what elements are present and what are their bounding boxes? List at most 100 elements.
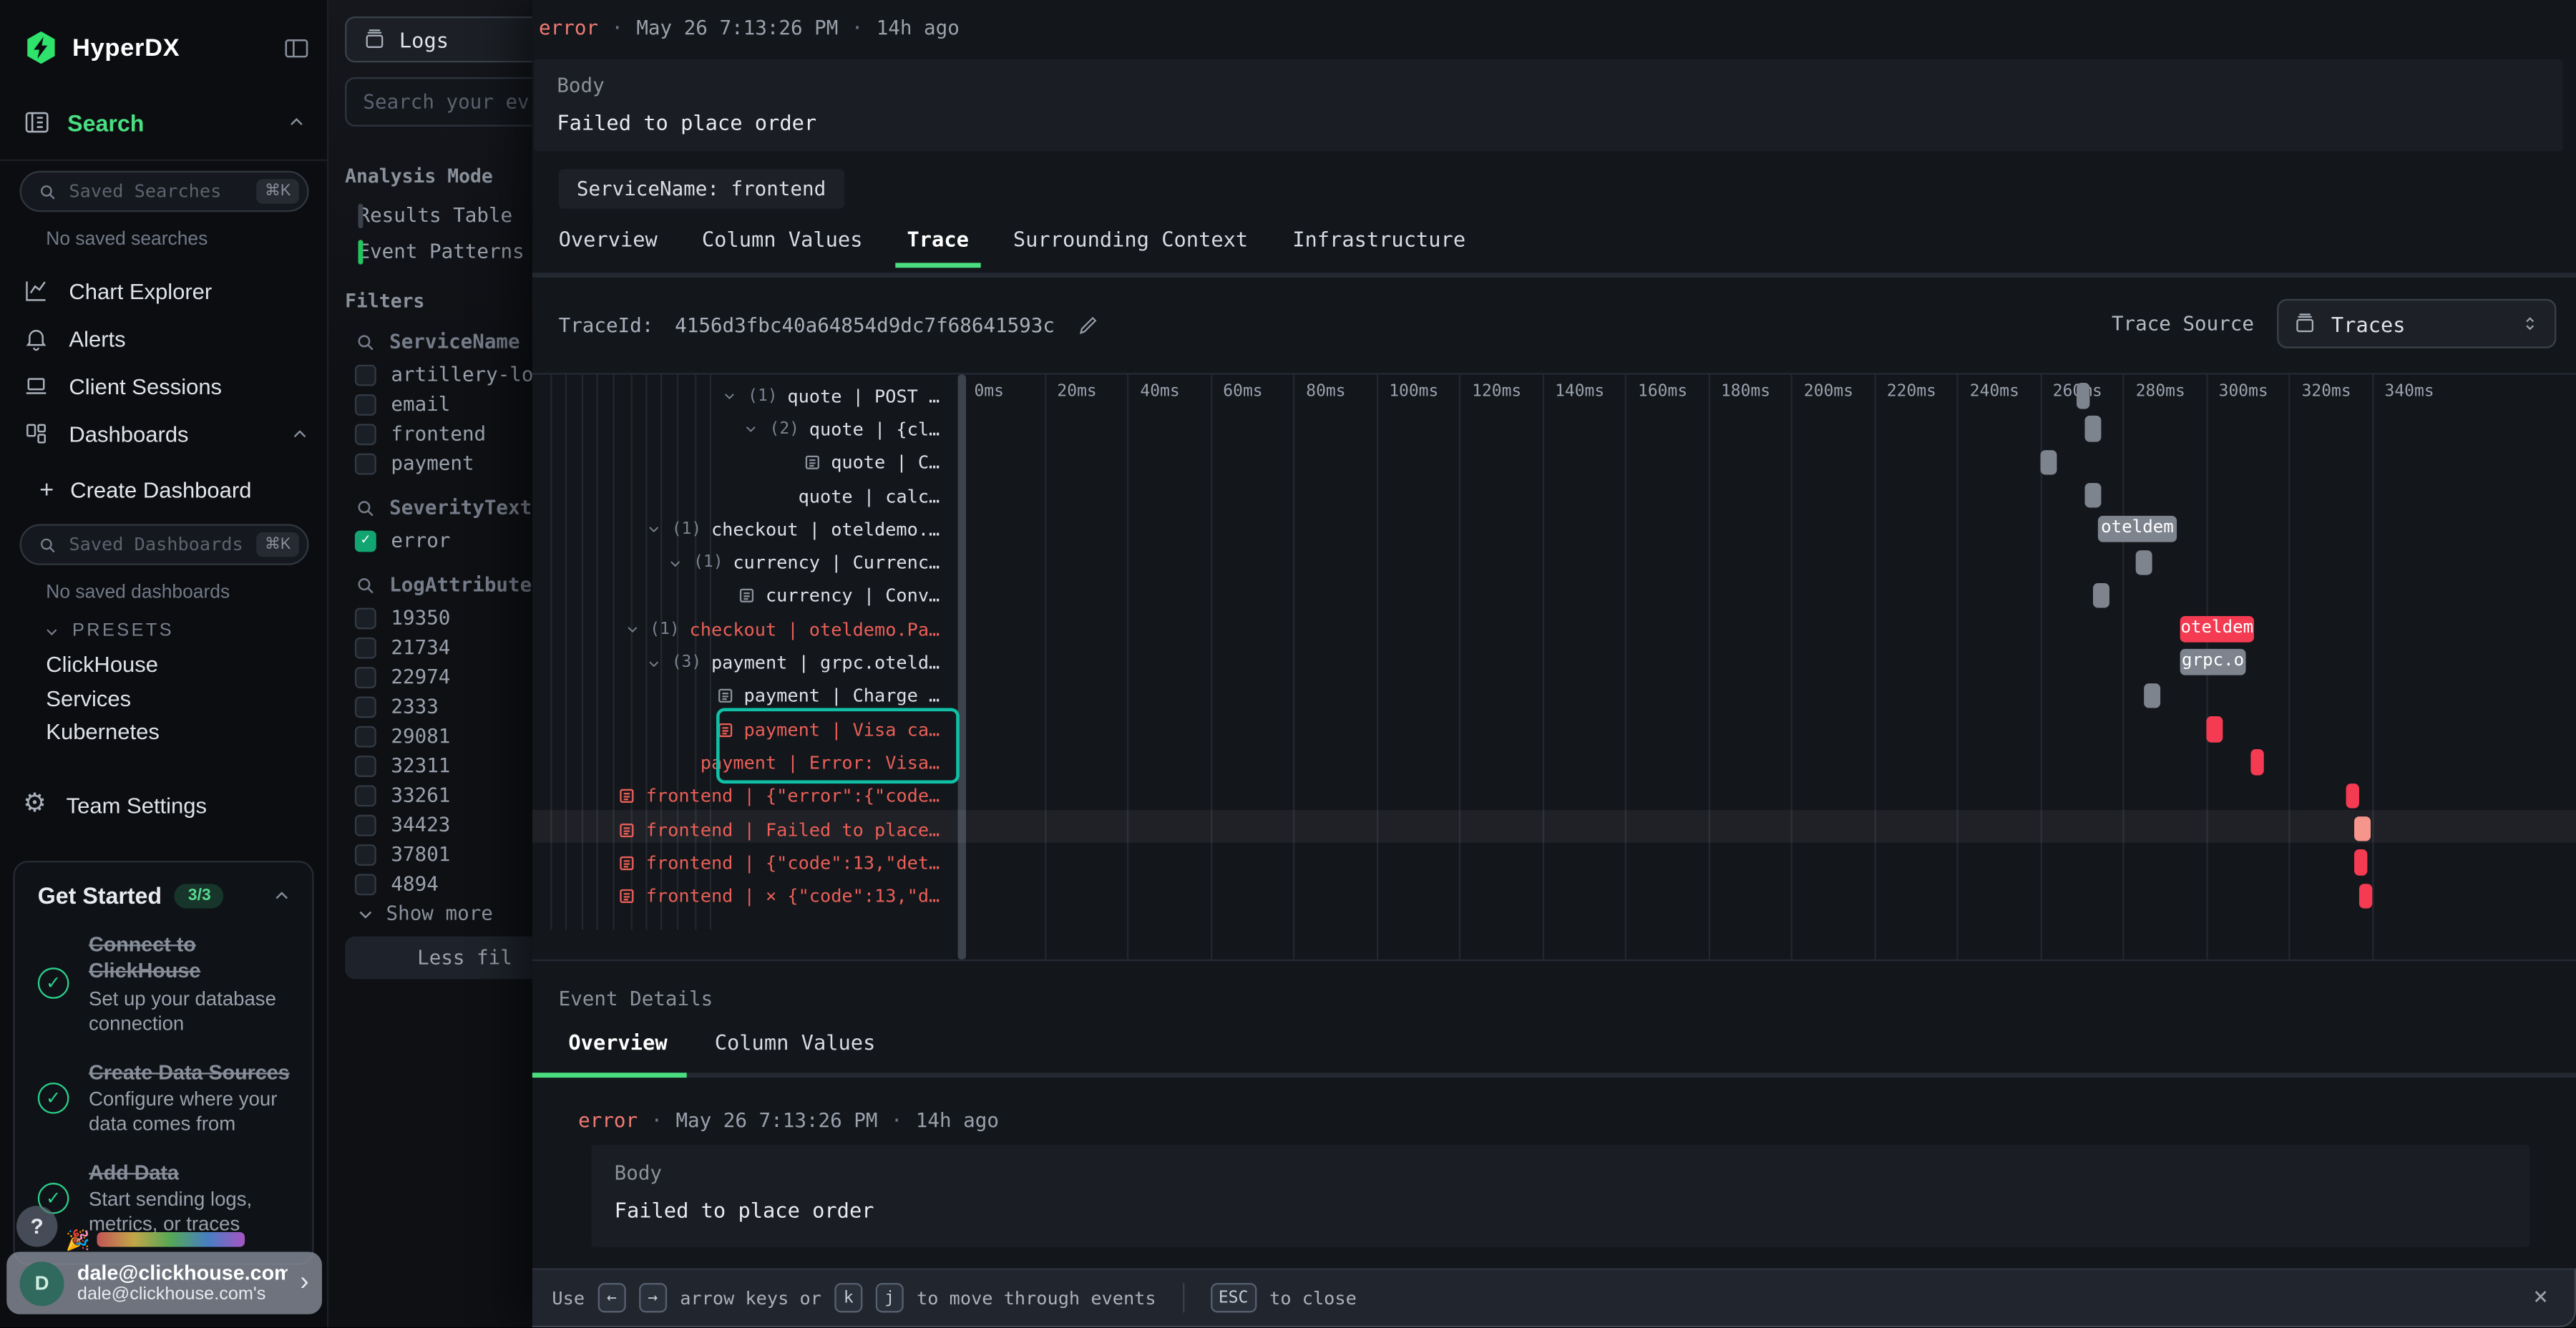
filter-checkbox-row[interactable]: frontend <box>355 422 486 445</box>
get-started-item[interactable]: ✓Connect to ClickHouseSet up your databa… <box>38 932 293 1036</box>
chevron-down-icon[interactable] <box>645 655 662 671</box>
filter-checkbox-row[interactable]: 34423 <box>355 813 450 836</box>
preset-item-clickhouse[interactable]: ClickHouse <box>46 652 158 676</box>
checkbox-unchecked[interactable] <box>355 423 376 444</box>
create-dashboard-button[interactable]: + Create Dashboard <box>39 477 251 504</box>
checkbox-unchecked[interactable] <box>355 453 376 474</box>
analysis-mode-option-event-patterns[interactable]: Event Patterns <box>358 240 525 263</box>
checkbox-unchecked[interactable] <box>355 873 376 894</box>
span-duration-bar[interactable] <box>2359 883 2372 909</box>
edit-pencil-icon[interactable] <box>1076 314 1099 337</box>
checkbox-unchecked[interactable] <box>355 814 376 836</box>
show-more-button[interactable]: Show more <box>355 902 493 924</box>
checkbox-unchecked[interactable] <box>355 726 376 747</box>
search-icon[interactable] <box>355 331 376 353</box>
chevron-up-icon[interactable] <box>271 884 293 906</box>
checkbox-unchecked[interactable] <box>355 844 376 865</box>
checkbox-unchecked[interactable] <box>355 666 376 688</box>
span-duration-bar[interactable] <box>2093 583 2109 609</box>
presets-toggle[interactable]: PRESETS <box>43 621 174 641</box>
checkbox-unchecked[interactable] <box>355 695 376 717</box>
sidebar-item-dashboards[interactable]: Dashboards <box>23 416 311 452</box>
span-row[interactable]: currency | Conv… <box>532 580 940 613</box>
span-duration-bar[interactable] <box>2206 716 2223 742</box>
checkbox-unchecked[interactable] <box>355 755 376 776</box>
search-icon[interactable] <box>355 497 376 519</box>
span-duration-bar[interactable] <box>2250 750 2263 776</box>
analysis-mode-option-results-table[interactable]: Results Table <box>358 204 513 227</box>
span-duration-bar[interactable] <box>2354 849 2367 875</box>
checkbox-unchecked[interactable] <box>355 607 376 628</box>
checkbox-unchecked[interactable] <box>355 394 376 415</box>
chevron-down-icon[interactable] <box>667 555 683 571</box>
span-row[interactable]: frontend | × {"code":13,"d… <box>532 879 940 913</box>
chevron-down-icon[interactable] <box>645 522 662 538</box>
sidebar-item-alerts[interactable]: Alerts <box>23 321 311 357</box>
checkbox-unchecked[interactable] <box>355 784 376 806</box>
span-row[interactable]: frontend | {"error":{"code… <box>532 780 940 814</box>
tab-infrastructure[interactable]: Infrastructure <box>1292 222 1465 268</box>
event-search-input[interactable]: Search your ev <box>345 77 532 127</box>
sidebar-item-chart-explorer[interactable]: Chart Explorer <box>23 273 311 309</box>
checkbox-unchecked[interactable] <box>355 637 376 658</box>
chevron-down-icon[interactable] <box>743 421 760 438</box>
filter-checkbox-row[interactable]: email <box>355 393 450 416</box>
saved-dashboards-input[interactable]: Saved Dashboards ⌘K <box>20 524 309 565</box>
tab-overview[interactable]: Overview <box>559 222 658 268</box>
filter-checkbox-row[interactable]: 22974 <box>355 665 450 688</box>
span-duration-bar[interactable] <box>2136 550 2152 575</box>
span-duration-bar[interactable]: oteldem <box>2098 516 2177 542</box>
filter-checkbox-row[interactable]: ✓error <box>355 529 450 552</box>
span-duration-bar[interactable] <box>2041 449 2057 475</box>
filter-checkbox-row[interactable]: 33261 <box>355 783 450 806</box>
span-duration-bar[interactable] <box>2354 816 2371 842</box>
filter-checkbox-row[interactable]: 19350 <box>355 606 450 629</box>
span-row[interactable]: quote | calc… <box>532 479 940 513</box>
span-duration-bar[interactable]: grpc.o <box>2180 650 2246 675</box>
less-filters-button[interactable]: Less fil <box>345 937 532 980</box>
preset-item-services[interactable]: Services <box>46 686 131 711</box>
chevron-down-icon[interactable] <box>721 388 738 404</box>
source-select[interactable]: Logs <box>345 16 532 62</box>
span-duration-bar[interactable] <box>2346 783 2359 809</box>
checkbox-checked[interactable]: ✓ <box>355 529 376 551</box>
span-duration-bar[interactable]: oteldem <box>2180 616 2254 642</box>
trace-source-select[interactable]: Traces <box>2277 299 2556 348</box>
span-row[interactable]: (1)checkout | oteldemo.Pa… <box>532 613 940 647</box>
close-panel-icon[interactable]: × <box>2533 1285 2548 1309</box>
sidebar-item-client-sessions[interactable]: Client Sessions <box>23 368 311 404</box>
span-duration-bar[interactable] <box>2077 383 2089 409</box>
span-row[interactable]: (3)payment | grpc.oteld… <box>532 646 940 680</box>
span-row[interactable]: (1)currency | Currenc… <box>532 546 940 580</box>
span-row[interactable]: frontend | Failed to place… <box>532 813 940 846</box>
help-button[interactable]: ? <box>16 1206 57 1246</box>
span-duration-bar[interactable] <box>2085 483 2102 509</box>
filter-checkbox-row[interactable]: 32311 <box>355 754 450 777</box>
tab-surrounding-context[interactable]: Surrounding Context <box>1013 222 1248 268</box>
event-details-tab-column-values[interactable]: Column Values <box>715 1030 876 1055</box>
checkbox-unchecked[interactable] <box>355 364 376 386</box>
span-duration-bar[interactable] <box>2144 683 2160 708</box>
filter-checkbox-row[interactable]: 4894 <box>355 872 439 895</box>
filter-checkbox-row[interactable]: payment <box>355 451 474 474</box>
search-icon[interactable] <box>355 574 376 595</box>
span-row[interactable]: quote | C… <box>532 446 940 480</box>
span-row[interactable]: frontend | {"code":13,"det… <box>532 846 940 880</box>
filter-checkbox-row[interactable]: 21734 <box>355 636 450 659</box>
get-started-item[interactable]: ✓Add DataStart sending logs, metrics, or… <box>38 1159 293 1236</box>
chevron-down-icon[interactable] <box>624 621 640 638</box>
event-details-tab-overview[interactable]: Overview <box>568 1030 667 1055</box>
filter-checkbox-row[interactable]: 2333 <box>355 695 439 718</box>
filter-checkbox-row[interactable]: artillery-loa <box>355 363 532 386</box>
tab-column-values[interactable]: Column Values <box>702 222 863 268</box>
saved-searches-input[interactable]: Saved Searches ⌘K <box>20 171 309 212</box>
get-started-header[interactable]: Get Started 3/3 <box>38 882 293 909</box>
span-row[interactable]: (1)quote | POST … <box>532 379 940 413</box>
search-section-header[interactable]: Search <box>23 109 307 137</box>
team-settings-link[interactable]: ⚙ Team Settings <box>23 792 207 819</box>
preset-item-kubernetes[interactable]: Kubernetes <box>46 720 160 744</box>
filter-checkbox-row[interactable]: 29081 <box>355 725 450 748</box>
tab-trace[interactable]: Trace <box>907 222 968 268</box>
user-menu[interactable]: D dale@clickhouse.com dale@clickhouse.co… <box>6 1251 322 1314</box>
span-row[interactable]: (1)checkout | oteldemo.… <box>532 513 940 547</box>
